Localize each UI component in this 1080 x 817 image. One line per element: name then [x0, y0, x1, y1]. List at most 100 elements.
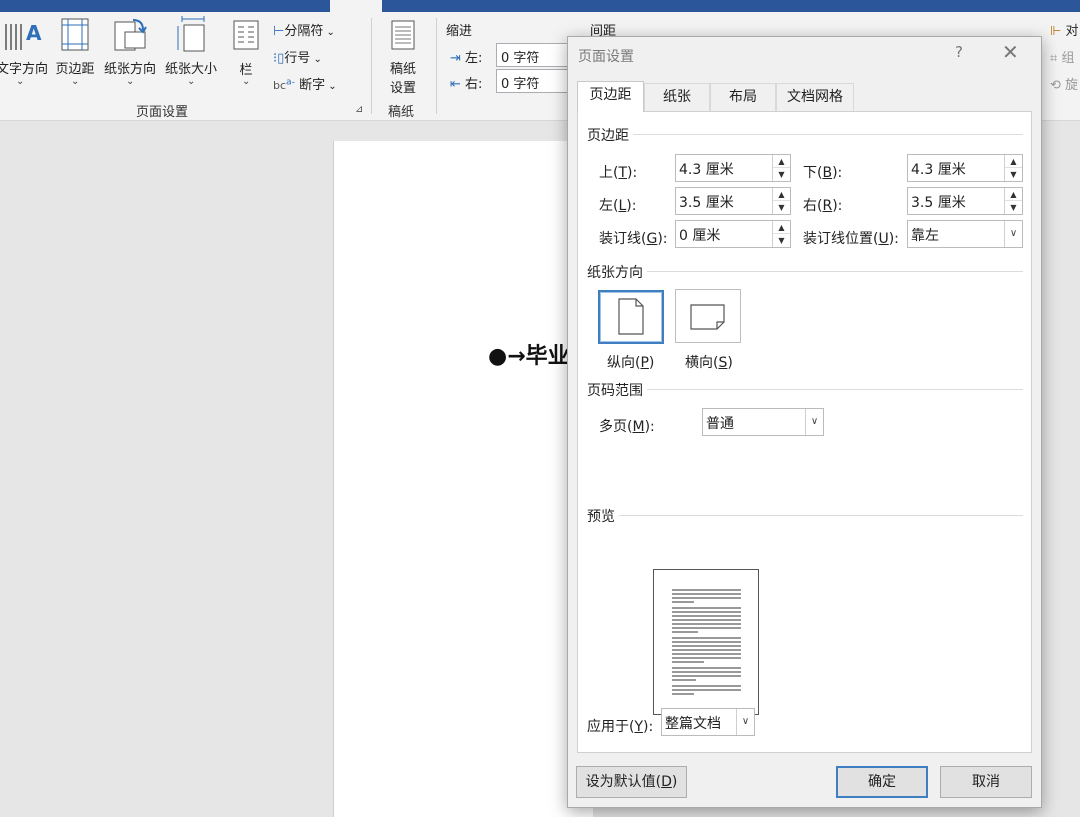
- indent-left-input[interactable]: 0 字符: [496, 43, 572, 67]
- hyphenation-button[interactable]: bca- 断字 ⌄: [273, 74, 337, 93]
- tab-document-grid[interactable]: 文档网格: [776, 83, 854, 111]
- orientation-section-title: 纸张方向: [587, 262, 647, 282]
- right-ribbon-item-2[interactable]: ⌗ 组: [1050, 47, 1074, 66]
- top-margin-spinner[interactable]: 4.3 厘米 ▲ ▼: [675, 154, 791, 182]
- tab-margins[interactable]: 页边距: [577, 81, 644, 112]
- indent-header: 缩进: [446, 24, 473, 39]
- spin-up-icon[interactable]: ▲: [773, 188, 790, 201]
- spinner-arrows: ▲ ▼: [772, 188, 790, 214]
- indent-right-row: ⇤ 右:: [450, 73, 482, 92]
- orientation-label: 纸张方向: [103, 62, 156, 77]
- close-icon: ✕: [1002, 40, 1019, 64]
- right-margin-value[interactable]: 3.5 厘米: [911, 192, 966, 212]
- preview-text-lines: [672, 589, 741, 695]
- left-margin-value[interactable]: 3.5 厘米: [679, 192, 734, 212]
- line-numbers-button[interactable]: ⁝▯行号 ⌄: [273, 47, 322, 66]
- cancel-button[interactable]: 取消: [940, 766, 1032, 798]
- gutter-position-select[interactable]: 靠左 ∨: [907, 220, 1023, 248]
- rotate-icon: ⟲: [1050, 78, 1061, 93]
- spin-down-icon[interactable]: ▼: [1005, 201, 1022, 214]
- preview-section-title: 预览: [587, 506, 619, 526]
- spin-up-icon[interactable]: ▲: [773, 155, 790, 168]
- hyphenation-icon: bca-: [273, 76, 295, 92]
- chevron-down-icon: ⌄: [16, 76, 25, 87]
- margins-icon: [61, 18, 89, 51]
- gutter-position-value: 靠左: [911, 228, 939, 244]
- right-margin-spinner[interactable]: 3.5 厘米 ▲ ▼: [907, 187, 1023, 215]
- indent-right-input[interactable]: 0 字符: [496, 69, 572, 93]
- section-divider: [588, 271, 1023, 272]
- gutter-position-label: 装订线位置(U):: [803, 231, 899, 247]
- landscape-option[interactable]: [675, 289, 741, 343]
- section-divider: [588, 515, 1023, 516]
- tab-layout[interactable]: 布局: [710, 83, 776, 111]
- help-button[interactable]: ?: [955, 43, 963, 61]
- margins-section-title: 页边距: [587, 125, 633, 145]
- indent-left-row: ⇥ 左:: [450, 47, 482, 66]
- landscape-page-icon: [690, 304, 725, 330]
- landscape-label: 横向(S): [685, 355, 733, 371]
- breaks-icon: ⊢: [273, 24, 285, 39]
- bottom-margin-value[interactable]: 4.3 厘米: [911, 159, 966, 179]
- right-ribbon-item-3[interactable]: ⟲ 旋: [1050, 74, 1078, 93]
- margins-button[interactable]: 页边距: [52, 16, 98, 77]
- right-ribbon-item-1[interactable]: ⊩ 对: [1050, 20, 1078, 39]
- apply-to-select[interactable]: 整篇文档 ∨: [661, 708, 755, 736]
- right-ribbon-label-2: 组: [1061, 51, 1075, 66]
- portrait-label: 纵向(P): [607, 355, 655, 371]
- manuscript-group-label: 稿纸: [388, 105, 415, 120]
- breaks-label: 分隔符: [284, 24, 324, 39]
- tab-paper[interactable]: 纸张: [644, 83, 710, 111]
- spin-down-icon[interactable]: ▼: [773, 201, 790, 214]
- indent-right-icon: ⇤: [450, 77, 461, 92]
- spinner-arrows: ▲ ▼: [772, 155, 790, 181]
- portrait-page-icon: [618, 298, 644, 335]
- size-label: 纸张大小: [164, 62, 217, 77]
- hyphenation-label: 断字: [299, 78, 326, 93]
- ok-button[interactable]: 确定: [836, 766, 928, 798]
- group-divider: [371, 18, 372, 114]
- chevron-down-icon: ⌄: [242, 76, 251, 87]
- bottom-margin-spinner[interactable]: 4.3 厘米 ▲ ▼: [907, 154, 1023, 182]
- spin-down-icon[interactable]: ▼: [773, 168, 790, 181]
- chevron-down-icon[interactable]: ∨: [1004, 221, 1022, 247]
- orientation-icon: [114, 19, 147, 51]
- page-preview: [653, 569, 759, 715]
- close-button[interactable]: ✕: [1002, 40, 1019, 64]
- gutter-value[interactable]: 0 厘米: [679, 225, 720, 245]
- text-direction-button[interactable]: A 文字方向: [0, 16, 48, 77]
- margins-tab-panel: 页边距 上(T): 4.3 厘米 ▲ ▼ 下(B): 4.3 厘米 ▲ ▼ 左(L)…: [577, 111, 1032, 753]
- dialog-title: 页面设置: [578, 49, 634, 65]
- chevron-down-icon[interactable]: ∨: [736, 709, 754, 735]
- group-icon: ⌗: [1050, 51, 1058, 66]
- top-margin-value[interactable]: 4.3 厘米: [679, 159, 734, 179]
- gutter-spinner[interactable]: 0 厘米 ▲ ▼: [675, 220, 791, 248]
- size-button[interactable]: 纸张大小: [161, 16, 221, 77]
- group-divider: [436, 18, 437, 114]
- portrait-option[interactable]: [598, 290, 664, 344]
- align-icon: ⊩: [1050, 24, 1062, 39]
- indent-right-label: 右:: [465, 77, 483, 92]
- top-margin-label: 上(T):: [599, 165, 638, 181]
- columns-button[interactable]: 栏: [228, 20, 264, 78]
- manuscript-settings-button[interactable]: 稿纸 设置: [380, 20, 426, 96]
- set-default-button[interactable]: 设为默认值(D): [576, 766, 687, 798]
- right-margin-label: 右(R):: [803, 198, 843, 214]
- manuscript-icon: [391, 20, 415, 50]
- left-margin-spinner[interactable]: 3.5 厘米 ▲ ▼: [675, 187, 791, 215]
- orientation-button[interactable]: 纸张方向: [100, 16, 160, 77]
- document-page[interactable]: [333, 141, 593, 817]
- spin-up-icon[interactable]: ▲: [1005, 155, 1022, 168]
- spin-up-icon[interactable]: ▲: [1005, 188, 1022, 201]
- chevron-down-icon[interactable]: ∨: [805, 409, 823, 435]
- spin-down-icon[interactable]: ▼: [773, 234, 790, 247]
- title-tab-gap: [330, 0, 382, 12]
- breaks-button[interactable]: ⊢分隔符 ⌄: [273, 20, 335, 39]
- indent-left-icon: ⇥: [450, 51, 461, 66]
- multiple-pages-value: 普通: [706, 416, 734, 432]
- columns-icon: [233, 20, 259, 50]
- spin-down-icon[interactable]: ▼: [1005, 168, 1022, 181]
- multiple-pages-select[interactable]: 普通 ∨: [702, 408, 824, 436]
- spin-up-icon[interactable]: ▲: [773, 221, 790, 234]
- dialog-launcher-icon[interactable]: ⊿: [355, 104, 363, 115]
